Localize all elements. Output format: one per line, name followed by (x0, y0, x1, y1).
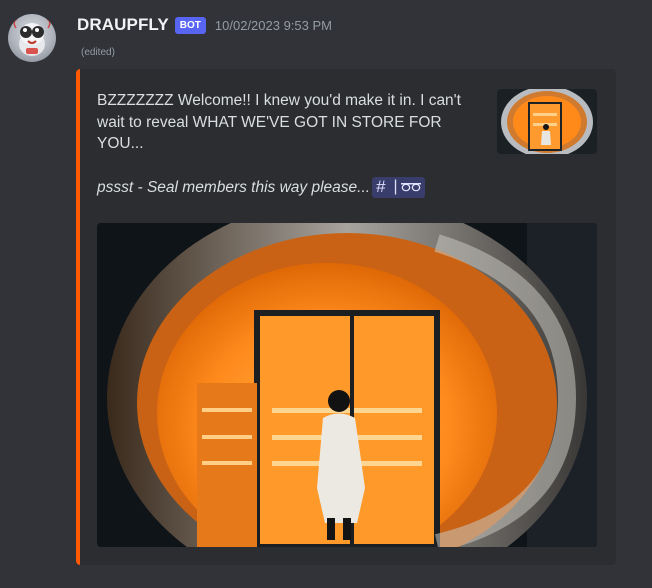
embed-accent-bar (76, 69, 80, 565)
invite-text: pssst - Seal members this way please... (97, 178, 371, 196)
fly-mascot-icon (13, 18, 51, 56)
edited-label: (edited) (81, 47, 115, 58)
embed-description-invite: pssst - Seal members this way please... #… (97, 176, 487, 199)
sunglasses-icon (400, 183, 421, 192)
storefront-thumbnail-image (497, 89, 597, 154)
embed-description-welcome: BZZZZZZZ Welcome!! I knew you'd make it … (97, 92, 461, 152)
store-entrance-image (97, 223, 597, 547)
bot-badge: BOT (174, 16, 206, 34)
author-avatar[interactable] (8, 14, 56, 62)
embed-description: BZZZZZZZ Welcome!! I knew you'd make it … (97, 90, 487, 198)
channel-mention[interactable]: # | (372, 176, 425, 198)
embed-image[interactable] (97, 223, 597, 547)
message-header: DRAUPFLY BOT 10/02/2023 9:53 PM (77, 14, 332, 36)
message-timestamp[interactable]: 10/02/2023 9:53 PM (215, 18, 332, 33)
embed-thumbnail[interactable] (497, 89, 597, 154)
channel-mention-separator: | (393, 178, 398, 196)
rich-embed: BZZZZZZZ Welcome!! I knew you'd make it … (76, 69, 616, 565)
author-username[interactable]: DRAUPFLY (77, 15, 169, 35)
chat-message: DRAUPFLY BOT 10/02/2023 9:53 PM (edited)… (0, 0, 652, 588)
hash-icon: # (376, 177, 386, 197)
